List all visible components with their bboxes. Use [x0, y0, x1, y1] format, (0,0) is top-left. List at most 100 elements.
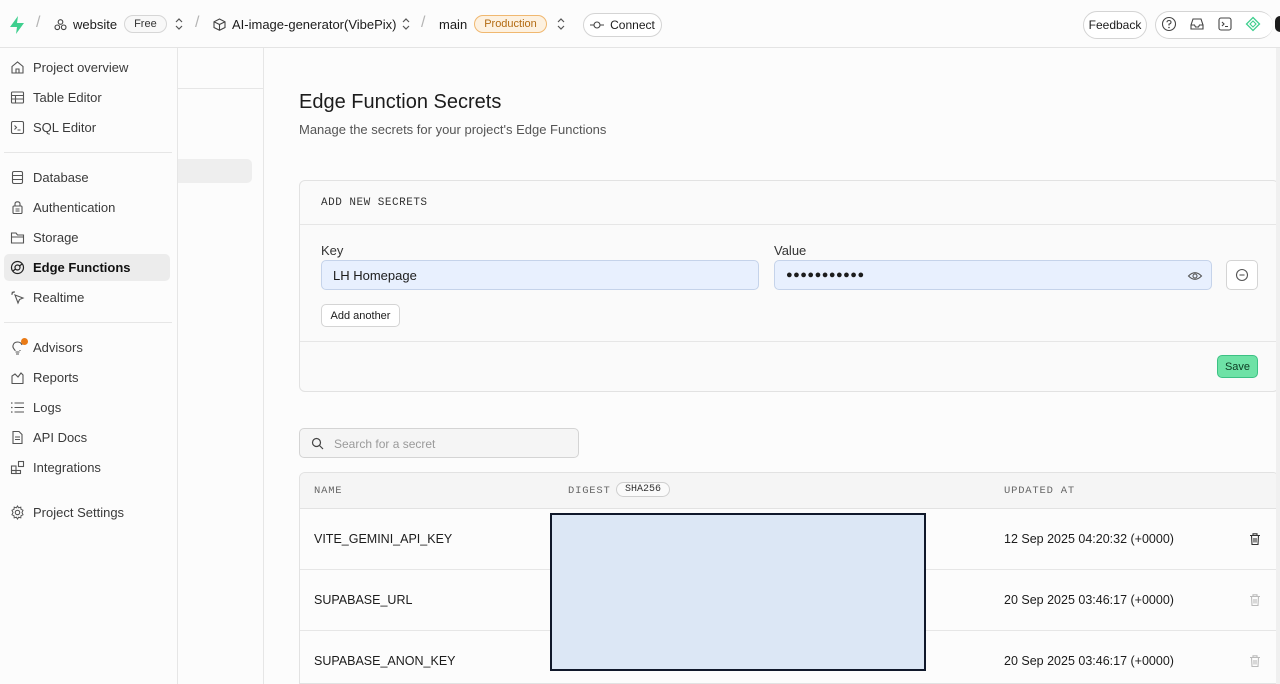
save-button[interactable]: Save: [1217, 355, 1258, 378]
sidebar-item-integrations[interactable]: Integrations: [4, 454, 170, 481]
terminal-icon[interactable]: [1213, 12, 1237, 36]
sidebar-item-label: Logs: [33, 400, 62, 415]
chevron-updown-icon[interactable]: [556, 17, 566, 31]
folder-icon: [9, 230, 25, 246]
help-icon[interactable]: [1157, 12, 1181, 36]
value-input[interactable]: ●●●●●●●●●●●: [774, 260, 1212, 290]
sidebar-item-logs[interactable]: Logs: [4, 394, 170, 421]
sidebar-item-api-docs[interactable]: API Docs: [4, 424, 170, 451]
secret-updated-at: 20 Sep 2025 03:46:17 (+0000): [1004, 654, 1174, 668]
redacted-digest-overlay: [550, 513, 926, 671]
sidebar-item-label: Advisors: [33, 340, 83, 355]
top-bar: / website Free / AI-image-generator(Vibe…: [0, 0, 1280, 48]
add-secrets-heading: ADD NEW SECRETS: [321, 197, 428, 209]
sidebar-item-advisors[interactable]: Advisors: [4, 334, 170, 361]
feedback-button[interactable]: Feedback: [1083, 11, 1147, 39]
add-another-label: Add another: [330, 309, 391, 322]
key-label: Key: [321, 243, 344, 258]
org-name: website: [73, 16, 118, 32]
card-divider: [300, 224, 1278, 225]
remove-secret-button[interactable]: [1226, 260, 1258, 290]
sidebar-item-database[interactable]: Database: [4, 164, 170, 191]
edge-functions-icon: [9, 260, 25, 276]
secret-name: SUPABASE_ANON_KEY: [314, 654, 456, 668]
sidebar-item-project-settings[interactable]: Project Settings: [4, 499, 170, 526]
sidebar-item-project-overview[interactable]: Project overview: [4, 54, 170, 81]
eye-icon[interactable]: [1187, 268, 1203, 284]
trash-icon[interactable]: [1248, 532, 1262, 546]
database-icon: [9, 170, 25, 186]
key-input[interactable]: LH Homepage: [321, 260, 759, 290]
sidebar: Project overview Table Editor SQL Editor…: [0, 48, 178, 684]
home-icon: [9, 60, 25, 76]
sidebar-item-reports[interactable]: Reports: [4, 364, 170, 391]
secret-name: VITE_GEMINI_API_KEY: [314, 532, 453, 546]
search-input[interactable]: [334, 435, 564, 453]
supabase-logo-icon[interactable]: [8, 15, 26, 35]
value-label: Value: [774, 243, 807, 258]
chevron-updown-icon[interactable]: [174, 17, 184, 31]
sidebar-item-sql-editor[interactable]: SQL Editor: [4, 114, 170, 141]
trash-icon[interactable]: [1248, 593, 1262, 607]
inbox-icon[interactable]: [1185, 12, 1209, 36]
value-input-value: ●●●●●●●●●●●: [786, 269, 865, 281]
project-selector[interactable]: AI-image-generator(VibePix): [213, 0, 397, 48]
terminal-icon: [9, 120, 25, 136]
org-selector[interactable]: website Free: [54, 0, 167, 48]
list-icon: [9, 400, 25, 416]
sidebar-item-label: Edge Functions: [33, 260, 131, 275]
breadcrumb-separator: /: [195, 14, 200, 31]
key-input-value: LH Homepage: [333, 267, 417, 283]
secret-updated-at: 20 Sep 2025 03:46:17 (+0000): [1004, 593, 1174, 607]
column-header-name: NAME: [314, 485, 343, 497]
add-another-button[interactable]: Add another: [321, 304, 400, 327]
chevron-updown-icon[interactable]: [401, 17, 411, 31]
sidebar-item-label: Table Editor: [33, 90, 102, 105]
secret-search: [299, 428, 579, 458]
page-subtitle: Manage the secrets for your project's Ed…: [299, 122, 607, 137]
sidebar-item-storage[interactable]: Storage: [4, 224, 170, 251]
right-scroll-edge: [1276, 48, 1280, 684]
chart-icon: [9, 370, 25, 386]
card-divider: [300, 341, 1278, 342]
sidebar-item-label: Integrations: [33, 460, 101, 475]
avatar[interactable]: [1275, 16, 1280, 32]
sidebar-divider: [4, 322, 172, 323]
org-icon: [54, 18, 67, 30]
sidebar-item-edge-functions[interactable]: Edge Functions: [4, 254, 170, 281]
assistant-icon[interactable]: [1241, 12, 1265, 36]
submenu-divider: [178, 88, 264, 89]
minus-circle-icon: [1235, 268, 1249, 282]
sidebar-item-authentication[interactable]: Authentication: [4, 194, 170, 221]
sidebar-item-label: Database: [33, 170, 89, 185]
sidebar-item-label: SQL Editor: [33, 120, 97, 135]
branch-selector[interactable]: main Production: [439, 0, 547, 48]
project-name: AI-image-generator(VibePix): [232, 16, 397, 32]
sidebar-divider: [4, 152, 172, 153]
cube-icon: [213, 17, 226, 31]
sidebar-item-label: Project overview: [33, 60, 129, 75]
gear-icon: [9, 505, 25, 521]
sidebar-item-label: API Docs: [33, 430, 88, 445]
sidebar-item-table-editor[interactable]: Table Editor: [4, 84, 170, 111]
page-title: Edge Function Secrets: [299, 91, 502, 113]
sidebar-item-label: Reports: [33, 370, 79, 385]
sidebar-item-label: Realtime: [33, 290, 85, 305]
notification-dot: [21, 337, 28, 345]
feedback-label: Feedback: [1088, 18, 1142, 32]
blocks-icon: [9, 460, 25, 476]
trash-icon[interactable]: [1248, 654, 1262, 668]
connect-button[interactable]: Connect: [583, 13, 662, 37]
sidebar-item-label: Storage: [33, 230, 79, 245]
plan-badge: Free: [124, 15, 167, 33]
lightbulb-icon: [9, 337, 28, 356]
sidebar-item-realtime[interactable]: Realtime: [4, 284, 170, 311]
save-label: Save: [1224, 360, 1251, 373]
environment-badge: Production: [474, 15, 547, 33]
column-header-digest: DIGEST: [568, 485, 611, 497]
connect-label: Connect: [610, 18, 655, 32]
secondary-menu: [178, 48, 264, 684]
submenu-selected-item[interactable]: [178, 159, 252, 183]
sidebar-item-label: Authentication: [33, 200, 116, 215]
cursor-icon: [9, 290, 25, 306]
